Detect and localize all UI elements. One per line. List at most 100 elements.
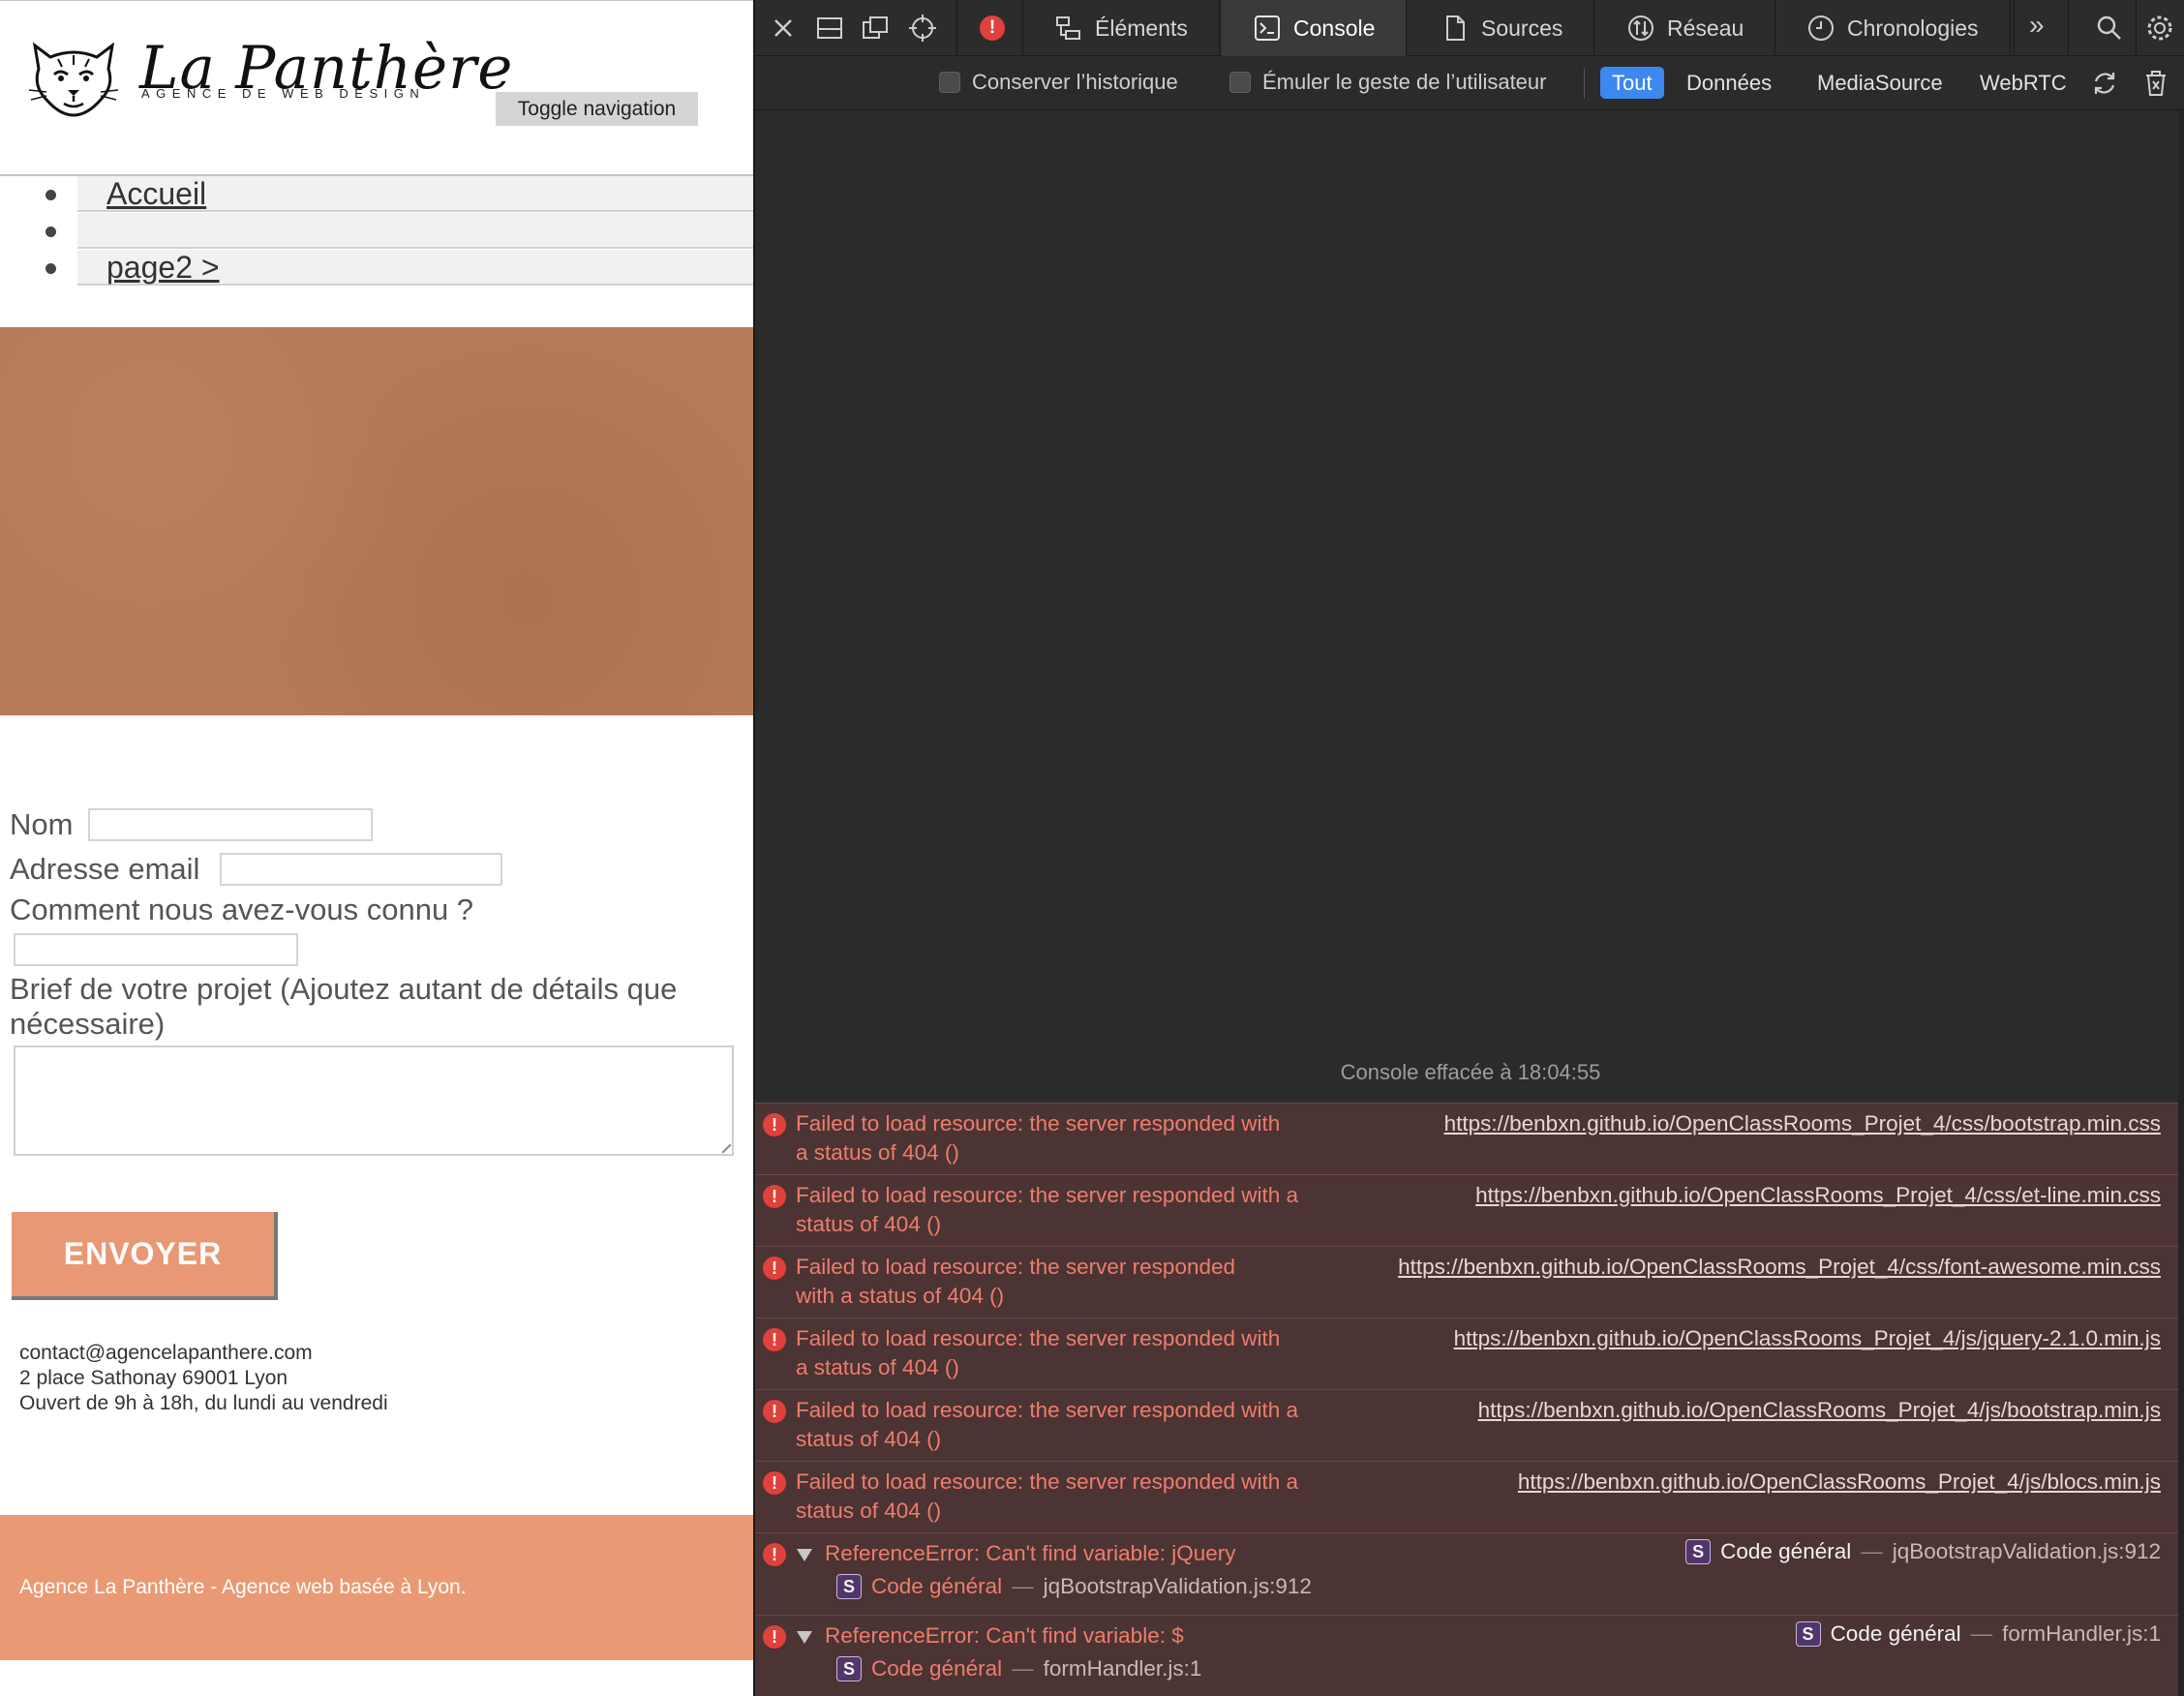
contact-hours: Ouvert de 9h à 18h, du lundi au vendredi: [19, 1392, 388, 1414]
console-error-message[interactable]: ! Failed to load resource: the server re…: [755, 1103, 2184, 1174]
source-dash: —: [1970, 1621, 1993, 1646]
close-icon[interactable]: [767, 12, 800, 45]
script-badge-icon: S: [1795, 1621, 1821, 1647]
site-logo[interactable]: La Panthère AGENCE DE WEB DESIGN: [25, 34, 512, 123]
name-label: Nom: [10, 807, 74, 841]
main-nav: Accueil page2 >: [0, 176, 753, 287]
error-resource-link[interactable]: https://benbxn.github.io/OpenClassRooms_…: [1444, 1109, 2161, 1138]
name-input[interactable]: [88, 808, 373, 841]
disclosure-triangle-icon[interactable]: [797, 1549, 812, 1561]
error-icon: !: [763, 1471, 786, 1495]
nav-item-empty: [0, 213, 753, 250]
more-tabs-icon[interactable]: »: [2029, 10, 2045, 41]
console-filter-bar: Conserver l’historique Émuler le geste d…: [755, 56, 2184, 110]
bullet-icon: [46, 263, 56, 274]
sources-icon: [1446, 15, 1465, 41]
console-error-message[interactable]: ! Failed to load resource: the server re…: [755, 1317, 2184, 1389]
source-label: Code général: [1720, 1539, 1852, 1563]
script-badge-icon: S: [836, 1574, 862, 1599]
error-text: Failed to load resource: the server resp…: [796, 1469, 1299, 1523]
contact-email: contact@agencelapanthere.com: [19, 1342, 313, 1364]
source-dash: —: [1861, 1539, 1883, 1563]
checkbox-box[interactable]: [1229, 72, 1251, 93]
error-resource-link[interactable]: https://benbxn.github.io/OpenClassRooms_…: [1475, 1181, 2161, 1210]
tab-elements[interactable]: Éléments: [1023, 0, 1220, 56]
error-count-icon[interactable]: !: [980, 15, 1005, 41]
brief-textarea[interactable]: [14, 1045, 734, 1156]
console-error-message[interactable]: ! Failed to load resource: the server re…: [755, 1246, 2184, 1317]
email-input[interactable]: [220, 853, 502, 886]
settings-gear-icon[interactable]: [2143, 12, 2176, 45]
element-picker-icon[interactable]: [906, 12, 939, 45]
source-file: jqBootstrapValidation.js:912: [1892, 1539, 2161, 1563]
script-badge-icon: S: [836, 1656, 862, 1681]
brief-label-line2: nécessaire): [10, 1007, 166, 1041]
filter-separator: [1584, 68, 1585, 99]
tab-sources-label: Sources: [1481, 15, 1563, 41]
reload-icon[interactable]: [2089, 68, 2120, 99]
footer-text: Agence La Panthère - Agence web basée à …: [19, 1576, 467, 1598]
clear-console-trash-icon[interactable]: [2141, 68, 2170, 99]
error-text: Failed to load resource: the server resp…: [796, 1326, 1281, 1379]
tab-timelines[interactable]: Chronologies: [1775, 0, 2011, 56]
toolbar-separator: [2014, 0, 2015, 56]
resize-grip-icon[interactable]: [714, 1136, 732, 1154]
web-inspector: ! Éléments Console Sources Réseau Chrono…: [753, 0, 2184, 1696]
console-reference-error[interactable]: ! ReferenceError: Can't find variable: j…: [755, 1532, 2184, 1615]
nav-link-page2[interactable]: page2 >: [106, 250, 220, 285]
toolbar-separator: [956, 0, 957, 56]
email-label: Adresse email: [10, 852, 200, 886]
preserve-log-label: Conserver l’historique: [972, 70, 1178, 94]
detach-window-icon[interactable]: [859, 12, 892, 45]
checkbox-box[interactable]: [939, 72, 960, 93]
logo-subtitle: AGENCE DE WEB DESIGN: [141, 86, 426, 101]
inspector-tab-bar: ! Éléments Console Sources Réseau Chrono…: [755, 0, 2184, 56]
error-resource-link[interactable]: https://benbxn.github.io/OpenClassRooms_…: [1478, 1396, 2161, 1425]
dock-bottom-icon[interactable]: [813, 12, 846, 45]
stack-frame[interactable]: S Code général — jqBootstrapValidation.j…: [836, 1574, 1312, 1599]
error-resource-link[interactable]: https://benbxn.github.io/OpenClassRooms_…: [1518, 1468, 2161, 1497]
tab-network-label: Réseau: [1667, 15, 1744, 41]
console-icon: [1255, 15, 1280, 41]
tab-console-label: Console: [1293, 15, 1376, 41]
source-input[interactable]: [14, 933, 298, 966]
scrollbar-track[interactable]: [2178, 110, 2184, 1696]
error-text: Failed to load resource: the server resp…: [796, 1111, 1281, 1165]
filter-data[interactable]: Données: [1675, 67, 1783, 99]
toolbar-separator: [2068, 0, 2069, 56]
error-icon: !: [763, 1113, 786, 1136]
error-resource-link[interactable]: https://benbxn.github.io/OpenClassRooms_…: [1398, 1253, 2161, 1282]
console-error-message[interactable]: ! Failed to load resource: the server re…: [755, 1174, 2184, 1246]
toolbar-separator: [2136, 0, 2137, 56]
preserve-log-checkbox[interactable]: Conserver l’historique: [939, 70, 1178, 95]
console-reference-error[interactable]: ! ReferenceError: Can't find variable: $…: [755, 1615, 2184, 1696]
panther-head-icon: [28, 42, 119, 117]
tab-network[interactable]: Réseau: [1595, 0, 1776, 56]
source-label: Code général: [1830, 1621, 1961, 1646]
console-error-message[interactable]: ! Failed to load resource: the server re…: [755, 1461, 2184, 1532]
filter-mediasource[interactable]: MediaSource: [1805, 67, 1955, 99]
network-icon: [1628, 15, 1653, 41]
error-text: Failed to load resource: the server resp…: [796, 1255, 1236, 1308]
search-icon[interactable]: [2093, 12, 2126, 45]
error-source-location[interactable]: S Code général — jqBootstrapValidation.j…: [1685, 1539, 2161, 1564]
console-error-message[interactable]: ! Failed to load resource: the server re…: [755, 1389, 2184, 1461]
stack-frame-file: jqBootstrapValidation.js:912: [1043, 1574, 1312, 1598]
submit-button[interactable]: ENVOYER: [12, 1212, 278, 1300]
tab-sources[interactable]: Sources: [1410, 0, 1595, 56]
site-footer: Agence La Panthère - Agence web basée à …: [0, 1515, 753, 1660]
source-file: formHandler.js:1: [2002, 1621, 2161, 1646]
disclosure-triangle-icon[interactable]: [797, 1631, 812, 1644]
stack-frame-dash: —: [1012, 1574, 1034, 1598]
error-source-location[interactable]: S Code général — formHandler.js:1: [1795, 1621, 2161, 1647]
tab-console[interactable]: Console: [1222, 0, 1408, 56]
error-icon: !: [763, 1543, 786, 1566]
error-resource-link[interactable]: https://benbxn.github.io/OpenClassRooms_…: [1454, 1324, 2161, 1353]
emulate-gesture-checkbox[interactable]: Émuler le geste de l’utilisateur: [1229, 70, 1546, 95]
stack-frame[interactable]: S Code général — formHandler.js:1: [836, 1656, 1201, 1681]
filter-webrtc[interactable]: WebRTC: [1968, 67, 2078, 99]
toggle-navigation-button[interactable]: Toggle navigation: [496, 92, 698, 126]
filter-all[interactable]: Tout: [1600, 67, 1664, 99]
nav-link-accueil[interactable]: Accueil: [106, 176, 206, 211]
reference-error-text: ReferenceError: Can't find variable: jQu…: [825, 1541, 1236, 1565]
